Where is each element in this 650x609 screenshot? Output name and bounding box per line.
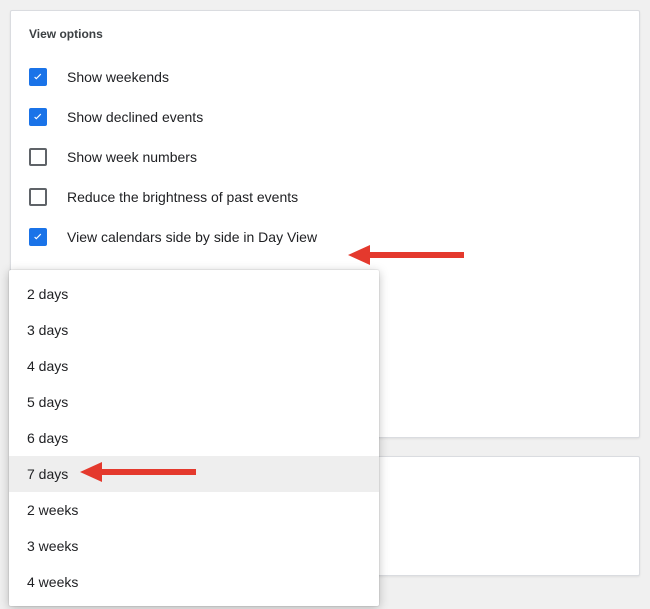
checkmark-icon <box>31 230 45 244</box>
option-show-weekends[interactable]: Show weekends <box>29 57 621 97</box>
option-reduce-brightness[interactable]: Reduce the brightness of past events <box>29 177 621 217</box>
checkbox-show-weekends[interactable] <box>29 68 47 86</box>
option-label: Show declined events <box>67 109 203 125</box>
dropdown-item-3-weeks[interactable]: 3 weeks <box>9 528 379 564</box>
dropdown-item-3-days[interactable]: 3 days <box>9 312 379 348</box>
option-label: View calendars side by side in Day View <box>67 229 317 245</box>
annotation-arrow-icon <box>80 460 200 484</box>
option-show-declined[interactable]: Show declined events <box>29 97 621 137</box>
dropdown-item-2-weeks[interactable]: 2 weeks <box>9 492 379 528</box>
dropdown-item-6-days[interactable]: 6 days <box>9 420 379 456</box>
option-label: Show weekends <box>67 69 169 85</box>
checkbox-reduce-brightness[interactable] <box>29 188 47 206</box>
option-side-by-side[interactable]: View calendars side by side in Day View <box>29 217 621 257</box>
checkmark-icon <box>31 70 45 84</box>
option-label: Show week numbers <box>67 149 197 165</box>
dropdown-item-5-days[interactable]: 5 days <box>9 384 379 420</box>
section-title: View options <box>29 27 621 41</box>
annotation-arrow-icon <box>348 243 468 267</box>
option-show-week-numbers[interactable]: Show week numbers <box>29 137 621 177</box>
dropdown-item-4-days[interactable]: 4 days <box>9 348 379 384</box>
dropdown-item-4-weeks[interactable]: 4 weeks <box>9 564 379 600</box>
option-label: Reduce the brightness of past events <box>67 189 298 205</box>
dropdown-item-2-days[interactable]: 2 days <box>9 276 379 312</box>
checkbox-show-week-numbers[interactable] <box>29 148 47 166</box>
checkbox-show-declined[interactable] <box>29 108 47 126</box>
checkmark-icon <box>31 110 45 124</box>
checkbox-side-by-side[interactable] <box>29 228 47 246</box>
custom-view-dropdown[interactable]: 2 days 3 days 4 days 5 days 6 days 7 day… <box>9 270 379 606</box>
